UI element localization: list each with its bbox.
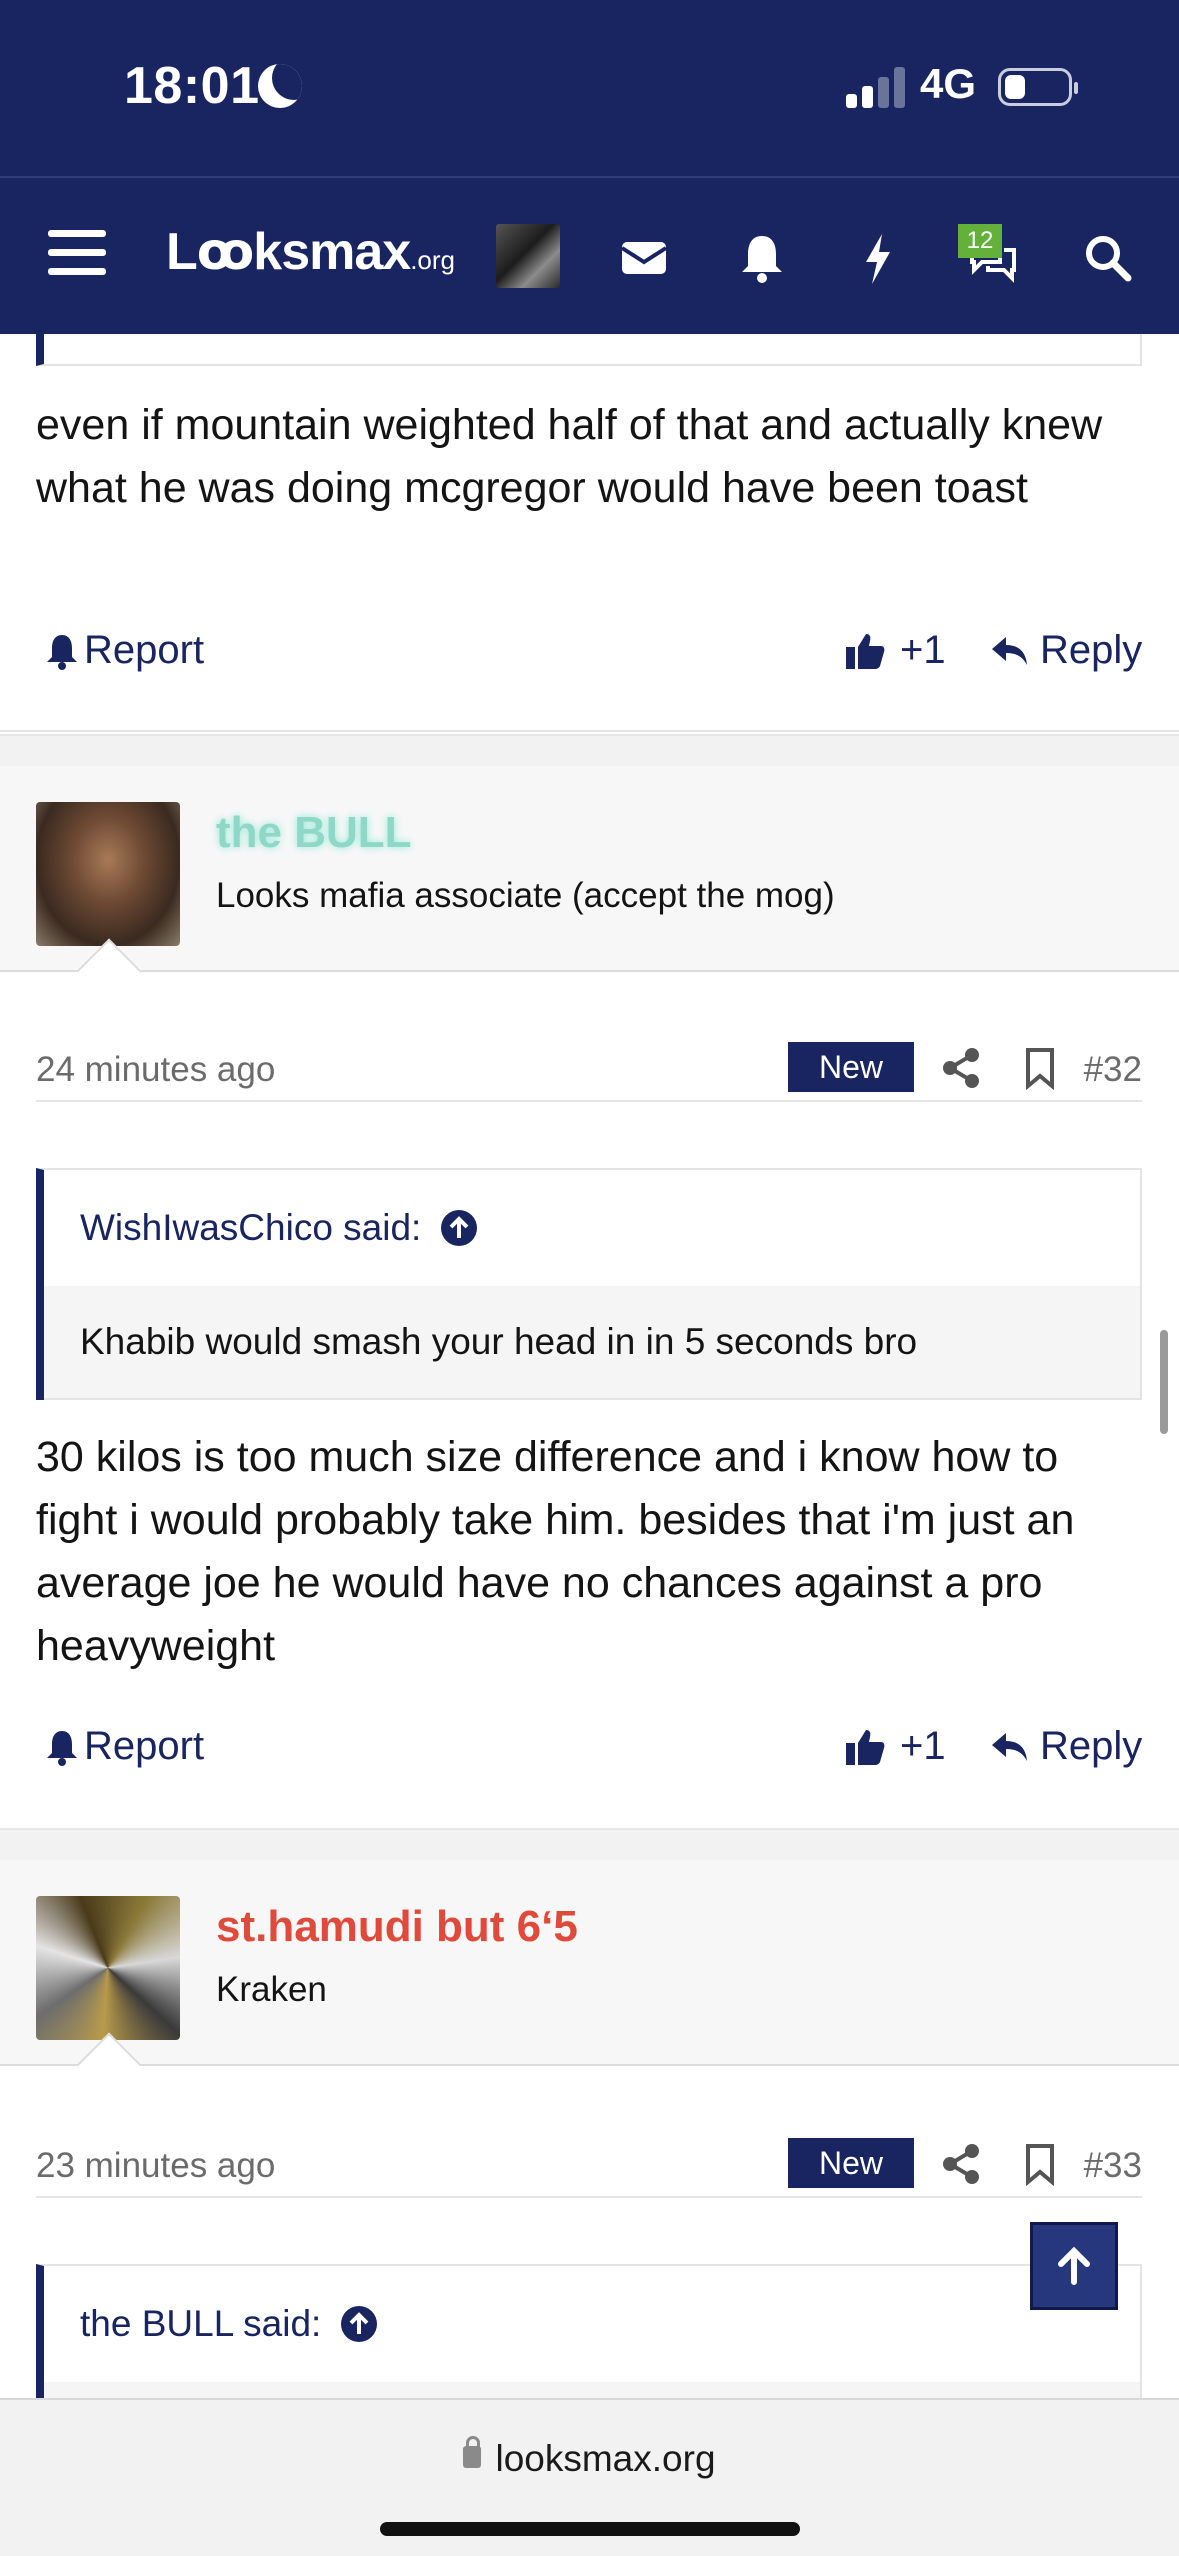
arrow-up-circle-icon[interactable] xyxy=(439,1208,479,1248)
report-label: Report xyxy=(84,1724,205,1768)
like-button[interactable]: +1 xyxy=(844,628,946,673)
search-icon[interactable] xyxy=(1078,228,1138,288)
report-button[interactable]: Report xyxy=(44,628,204,673)
reply-label: Reply xyxy=(1040,1724,1143,1768)
like-count: +1 xyxy=(900,628,946,672)
post-time[interactable]: 24 minutes ago xyxy=(36,1050,275,1090)
home-indicator[interactable] xyxy=(380,2522,800,2536)
user-title: Kraken xyxy=(216,1970,327,2009)
username[interactable]: the BULL xyxy=(216,808,412,858)
bolt-icon[interactable] xyxy=(848,228,908,288)
moon-icon xyxy=(258,64,302,108)
thumbs-up-icon xyxy=(846,633,885,669)
top-navigation-bar: Lꝏksmax.org 12 xyxy=(0,176,1179,334)
scrollbar[interactable] xyxy=(1160,1330,1168,1434)
user-title: Looks mafia associate (accept the mog) xyxy=(216,876,835,915)
arrow-up-icon xyxy=(1058,2246,1090,2285)
thumbs-up-icon xyxy=(846,1729,885,1765)
post-user-header: st.hamudi but 6‘5 Kraken xyxy=(0,1860,1179,2066)
scroll-to-top-button[interactable] xyxy=(1030,2222,1118,2310)
url-text: looksmax.org xyxy=(495,2438,716,2479)
reply-button[interactable]: Reply xyxy=(990,628,1142,673)
post-meta: 23 minutes ago New #33 xyxy=(36,2138,1142,2198)
post-actions: Report +1 Reply xyxy=(36,628,1142,688)
post-body: 30 kilos is too much size difference and… xyxy=(36,1433,1075,1670)
status-time: 18:01 xyxy=(124,57,260,115)
post-number[interactable]: #33 xyxy=(1084,2146,1142,2186)
bookmark-icon[interactable] xyxy=(1020,2142,1060,2186)
lock-icon xyxy=(463,2436,482,2469)
quote-author[interactable]: WishIwasChico said: xyxy=(80,1207,421,1249)
mail-icon[interactable] xyxy=(614,228,674,288)
alerts-badge: 12 xyxy=(958,224,1002,258)
bell-icon xyxy=(47,1730,77,1766)
username[interactable]: st.hamudi but 6‘5 xyxy=(216,1902,578,1952)
logo-domain: .org xyxy=(410,245,456,275)
logo-text: Lꝏksmax xyxy=(166,223,411,281)
site-logo[interactable]: Lꝏksmax.org xyxy=(166,222,455,282)
quote-header[interactable]: WishIwasChico said: xyxy=(44,1170,1140,1286)
quote-header[interactable]: the BULL said: xyxy=(44,2266,1140,2382)
new-badge: New xyxy=(788,2138,914,2188)
post-actions: Report +1 Reply xyxy=(36,1724,1142,1784)
reply-icon xyxy=(992,636,1027,665)
report-label: Report xyxy=(84,628,205,672)
quote-tail xyxy=(36,334,1142,366)
status-bar: 18:01 4G xyxy=(0,0,1179,176)
new-badge: New xyxy=(788,1042,914,1092)
arrow-up-circle-icon[interactable] xyxy=(339,2304,379,2344)
bell-icon[interactable] xyxy=(732,228,792,288)
post-meta: 24 minutes ago New #32 xyxy=(36,1042,1142,1102)
quote-author[interactable]: the BULL said: xyxy=(80,2303,321,2345)
address-bar[interactable]: looksmax.org xyxy=(0,2436,1179,2480)
user-avatar[interactable] xyxy=(496,224,560,288)
post-body: even if mountain weighted half of that a… xyxy=(36,401,1103,512)
menu-icon[interactable] xyxy=(48,228,106,276)
quote-block: WishIwasChico said: Khabib would smash y… xyxy=(36,1168,1142,1400)
like-button[interactable]: +1 xyxy=(844,1724,946,1769)
signal-icon xyxy=(846,66,906,108)
report-button[interactable]: Report xyxy=(44,1724,204,1769)
avatar[interactable] xyxy=(36,802,180,946)
like-count: +1 xyxy=(900,1724,946,1768)
reply-button[interactable]: Reply xyxy=(990,1724,1142,1769)
browser-bottom-bar: looksmax.org xyxy=(0,2398,1179,2556)
share-icon[interactable] xyxy=(938,1046,984,1090)
quote-block: the BULL said: xyxy=(36,2264,1142,2406)
post-user-header: the BULL Looks mafia associate (accept t… xyxy=(0,766,1179,972)
reply-icon xyxy=(992,1732,1027,1761)
battery-icon xyxy=(998,68,1078,106)
share-icon[interactable] xyxy=(938,2142,984,2186)
post-time[interactable]: 23 minutes ago xyxy=(36,2146,275,2186)
post-separator xyxy=(0,1828,1179,1860)
bell-icon xyxy=(47,634,77,670)
reply-label: Reply xyxy=(1040,628,1143,672)
post-separator xyxy=(0,734,1179,766)
quote-text: Khabib would smash your head in in 5 sec… xyxy=(44,1286,1140,1400)
bookmark-icon[interactable] xyxy=(1020,1046,1060,1090)
post-number[interactable]: #32 xyxy=(1084,1050,1142,1090)
network-type: 4G xyxy=(920,60,977,107)
avatar[interactable] xyxy=(36,1896,180,2040)
